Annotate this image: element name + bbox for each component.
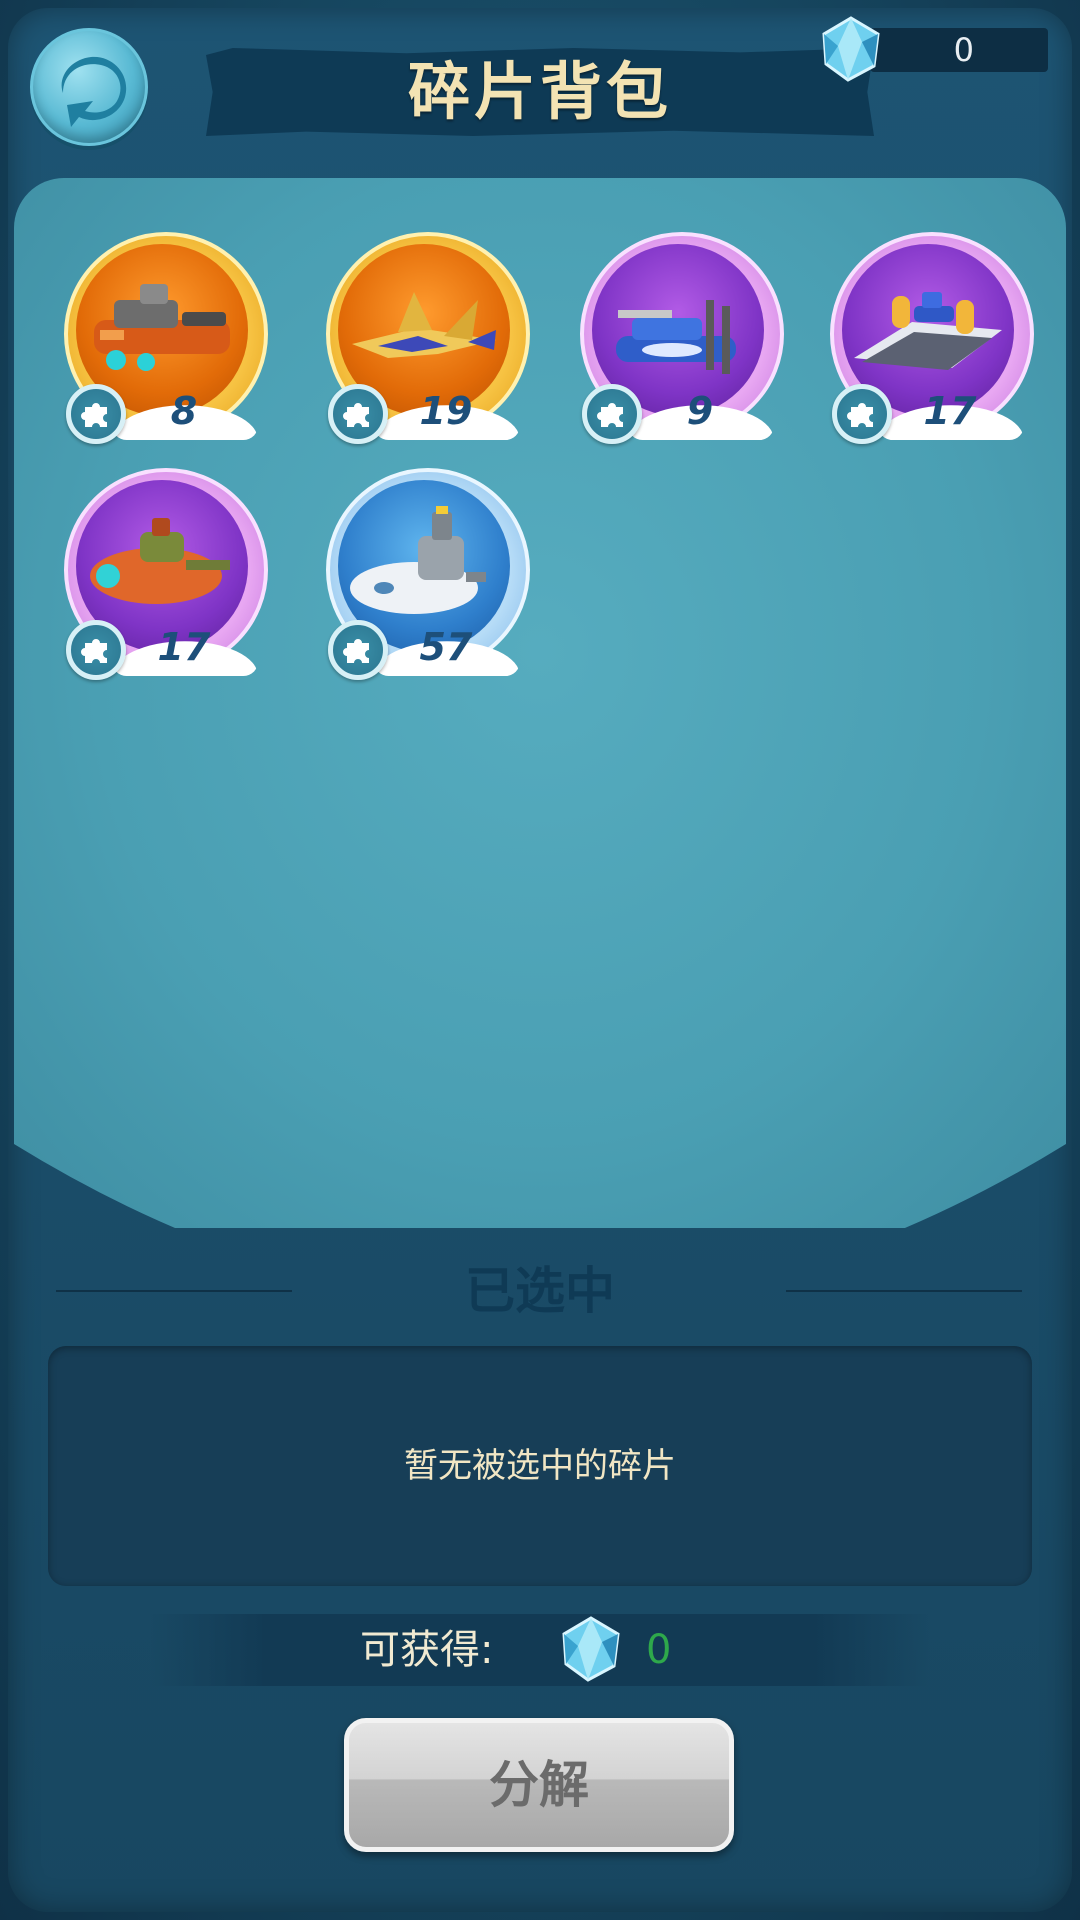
crystal-gem-icon xyxy=(562,1616,620,1682)
blue-warship-icon xyxy=(616,300,736,374)
fragment-count: 17 xyxy=(923,389,977,433)
puzzle-badge xyxy=(832,384,892,444)
puzzle-badge xyxy=(66,620,126,680)
selected-empty-text: 暂无被选中的碎片 xyxy=(404,1446,676,1486)
puzzle-badge xyxy=(582,384,642,444)
back-arrow-icon xyxy=(61,56,127,127)
fragment-item[interactable]: 57 xyxy=(326,468,532,680)
fragment-count: 8 xyxy=(170,389,198,433)
fragment-item[interactable]: 17 xyxy=(830,232,1036,444)
puzzle-badge xyxy=(328,620,388,680)
carrier-ship-icon xyxy=(854,292,1002,370)
fragment-count: 19 xyxy=(419,389,473,433)
obtain-value: 0 xyxy=(646,1627,672,1673)
crystal-gem-icon xyxy=(822,16,880,82)
fragment-item[interactable]: 19 xyxy=(326,232,532,444)
fragment-count: 9 xyxy=(686,389,714,433)
puzzle-piece-icon xyxy=(847,403,873,427)
fragment-item[interactable]: 9 xyxy=(580,232,786,444)
selected-title: 已选中 xyxy=(465,1262,615,1320)
page-title: 碎片背包 xyxy=(407,55,672,128)
fragment-item[interactable]: 17 xyxy=(64,468,270,680)
puzzle-piece-icon xyxy=(343,639,369,663)
currency-value: 0 xyxy=(953,31,974,69)
divider-left xyxy=(56,1290,292,1292)
decompose-label: 分解 xyxy=(489,1756,589,1814)
obtain-label: 可获得: xyxy=(360,1627,494,1673)
puzzle-piece-icon xyxy=(343,403,369,427)
puzzle-piece-icon xyxy=(81,403,107,427)
fragment-count: 57 xyxy=(419,625,473,669)
puzzle-piece-icon xyxy=(597,403,623,427)
puzzle-badge xyxy=(66,384,126,444)
puzzle-badge xyxy=(328,384,388,444)
orange-submarine-icon xyxy=(90,518,230,604)
puzzle-piece-icon xyxy=(81,639,107,663)
divider-right xyxy=(786,1290,1022,1292)
fragment-bag-screen: 碎片背包 0 8 19 9 17 17 57 已选中 暂无被选中的碎片 可获得:… xyxy=(0,0,1080,1920)
fragment-item[interactable]: 8 xyxy=(64,232,270,444)
back-button[interactable] xyxy=(30,28,148,146)
orange-battleship-icon xyxy=(94,284,230,371)
fragment-count: 17 xyxy=(157,625,211,669)
white-submarine-icon xyxy=(350,506,486,614)
gold-stealth-jet-icon xyxy=(352,292,496,358)
